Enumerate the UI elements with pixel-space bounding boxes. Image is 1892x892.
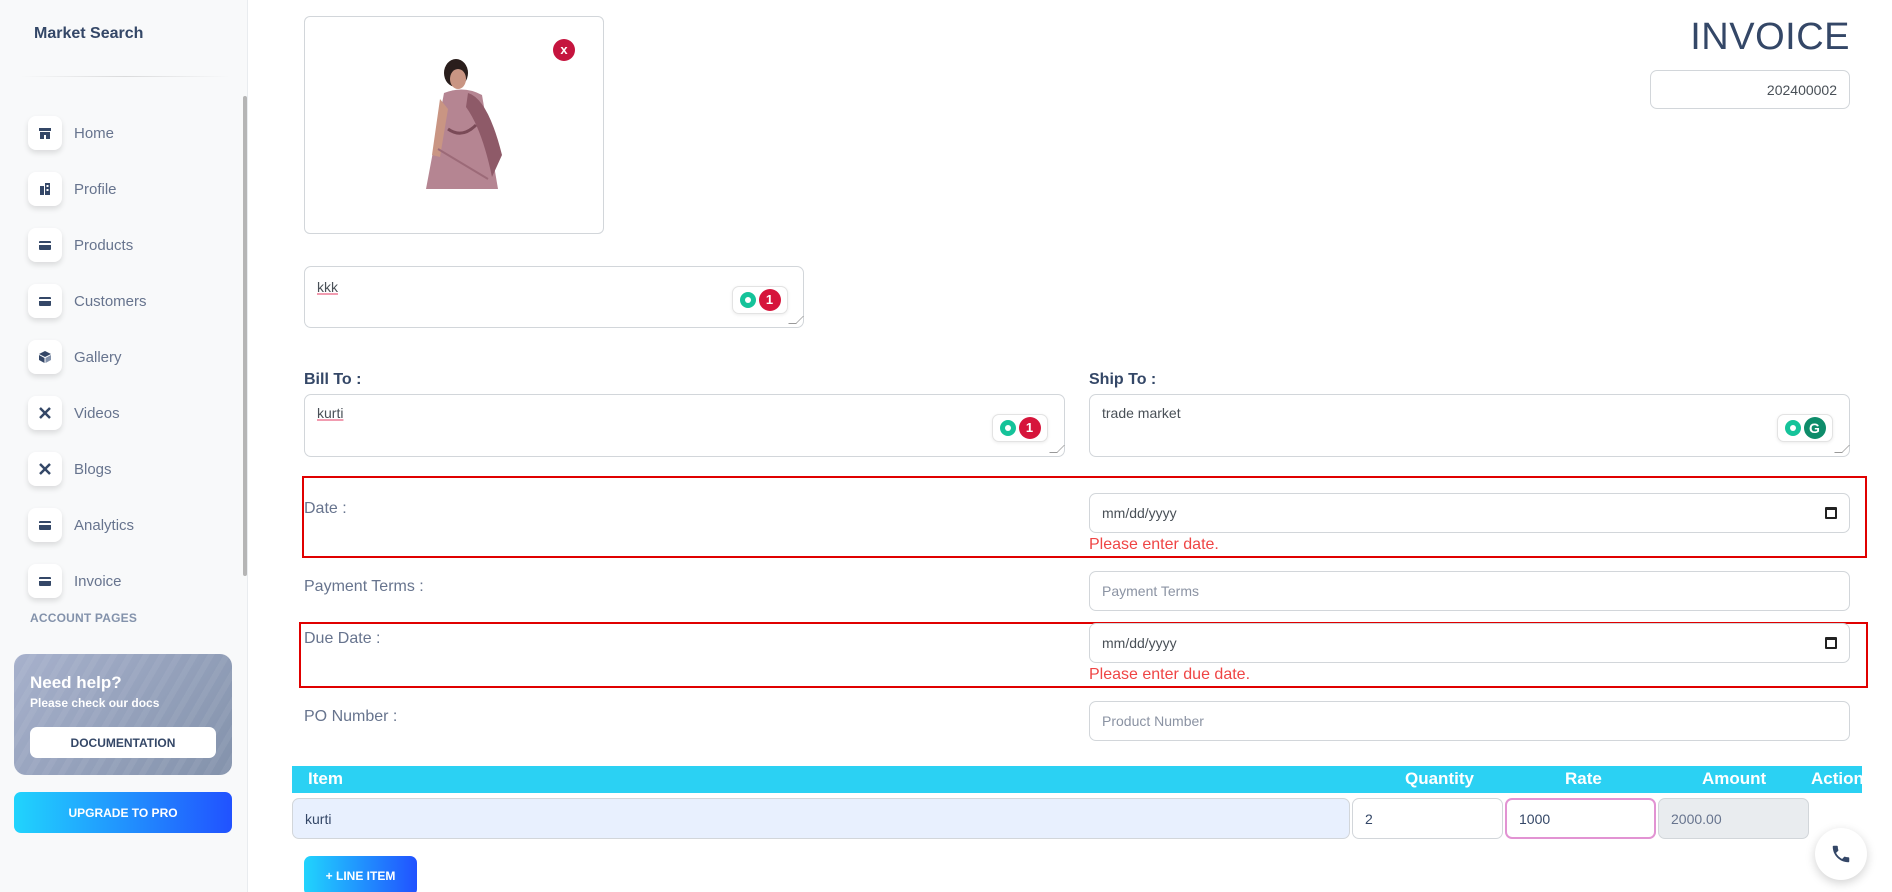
settings-tools-icon [28,396,62,430]
sidebar-nav: Home Profile Products Customers Gallery … [28,105,238,609]
sidebar-item-home[interactable]: Home [28,105,238,161]
sidebar-item-profile[interactable]: Profile [28,161,238,217]
column-header-amount: Amount [1702,769,1767,788]
calendar-icon[interactable] [1825,637,1837,649]
remove-image-button[interactable]: x [553,39,575,61]
sidebar-item-label: Videos [74,404,120,422]
add-line-item-button[interactable]: + LINE ITEM [304,856,417,892]
date-label: Date : [304,500,347,517]
phone-icon [1832,845,1850,863]
documentation-button[interactable]: DOCUMENTATION [30,727,216,758]
column-header-action: Action [1811,769,1864,788]
brand-divider [20,76,230,77]
sidebar-item-label: Gallery [74,348,122,366]
date-input[interactable]: mm/dd/yyyy [1089,493,1850,533]
line-items-header: Item Quantity Rate Amount Action [292,766,1864,793]
section-title-account-pages: ACCOUNT PAGES [30,611,138,625]
brand-name[interactable]: Market Search [34,25,143,43]
po-number-label: PO Number : [304,708,398,725]
sidebar-item-products[interactable]: Products [28,217,238,273]
grammar-badge[interactable]: 1 [732,286,788,314]
invoice-number-input[interactable] [1650,70,1850,109]
sidebar-item-label: Profile [74,180,117,198]
lightbulb-icon [739,292,756,308]
credit-card-icon [28,508,62,542]
sidebar-item-label: Customers [74,292,147,310]
shop-icon [28,116,62,150]
ship-to-textarea[interactable] [1089,394,1850,457]
due-date-label: Due Date : [304,630,381,647]
help-card-title: Need help? [30,673,122,692]
line-item-amount-field [1658,798,1809,839]
lightbulb-icon [999,420,1016,436]
grammar-count-badge: 1 [1018,417,1041,439]
due-date-input[interactable]: mm/dd/yyyy [1089,623,1850,663]
sidebar: Market Search Home Profile Products Cust… [0,0,248,892]
credit-card-icon [28,228,62,262]
credit-card-icon [28,564,62,598]
line-item-quantity-input[interactable] [1352,798,1503,839]
sidebar-item-customers[interactable]: Customers [28,273,238,329]
product-photo [418,59,510,192]
sidebar-item-label: Analytics [74,516,135,534]
ship-to-text: trade market [1102,405,1181,421]
product-image-box[interactable]: x [304,16,604,234]
help-card: Need help? Please check our docs DOCUMEN… [14,654,232,775]
bill-to-textarea[interactable] [304,394,1065,457]
help-card-subtitle: Please check our docs [30,696,160,710]
settings-tools-icon [28,452,62,486]
column-header-quantity: Quantity [1405,769,1474,788]
date-error: Please enter date. [1089,536,1219,553]
sidebar-item-label: Products [74,236,134,254]
phone-call-button[interactable] [1815,828,1867,880]
ship-to-label: Ship To : [1089,371,1157,388]
calendar-icon[interactable] [1825,507,1837,519]
sidebar-item-label: Blogs [74,460,112,478]
line-item-name-input[interactable] [292,798,1350,839]
sidebar-scrollbar[interactable] [243,96,247,576]
payment-terms-label: Payment Terms : [304,578,424,595]
credit-card-icon [28,284,62,318]
sidebar-item-gallery[interactable]: Gallery [28,329,238,385]
lightbulb-icon [1784,420,1801,436]
column-header-rate: Rate [1565,769,1602,788]
sidebar-item-label: Invoice [74,572,122,590]
po-number-input[interactable] [1089,701,1850,741]
invoice-note-text: kkk [317,279,338,295]
grammar-count-badge: 1 [758,289,781,311]
date-input-text: mm/dd/yyyy [1102,505,1177,521]
box-3d-icon [28,340,62,374]
sidebar-item-invoice[interactable]: Invoice [28,553,238,609]
due-date-error: Please enter due date. [1089,666,1251,683]
payment-terms-input[interactable] [1089,571,1850,611]
bill-to-text: kurti [317,405,344,421]
grammarly-icon: G [1803,417,1826,439]
grammar-badge[interactable]: G [1777,414,1833,442]
invoice-form: x INVOICE kkk 1 Bill To : Ship To : kurt… [280,0,1892,892]
sidebar-item-blogs[interactable]: Blogs [28,441,238,497]
grammar-badge[interactable]: 1 [992,414,1048,442]
line-item-rate-input[interactable] [1505,798,1656,839]
due-date-input-text: mm/dd/yyyy [1102,635,1177,651]
sidebar-item-label: Home [74,124,115,142]
upgrade-to-pro-button[interactable]: UPGRADE TO PRO [14,792,232,833]
invoice-title: INVOICE [1690,16,1850,58]
sidebar-item-analytics[interactable]: Analytics [28,497,238,553]
sidebar-item-videos[interactable]: Videos [28,385,238,441]
office-icon [28,172,62,206]
invoice-note-textarea[interactable] [304,266,804,328]
bill-to-label: Bill To : [304,371,362,388]
column-header-item: Item [308,769,343,788]
